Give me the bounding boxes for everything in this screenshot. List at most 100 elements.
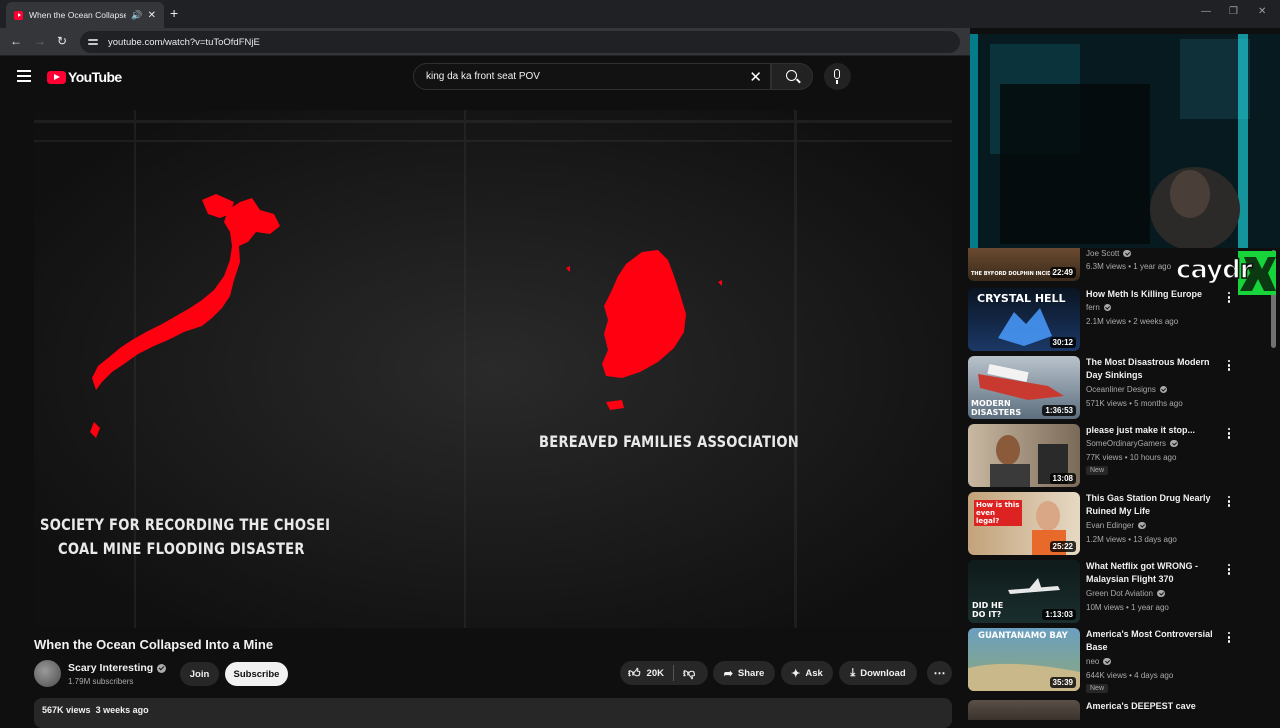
restore-icon[interactable]: ❐	[1229, 6, 1238, 17]
subscribe-button[interactable]: Subscribe	[225, 662, 288, 686]
video-thumbnail[interactable]: 13:08	[968, 424, 1080, 487]
verified-icon	[1157, 589, 1165, 598]
download-label: Download	[860, 667, 906, 679]
more-options-icon[interactable]	[1228, 428, 1232, 440]
microphone-icon	[834, 69, 840, 84]
description-box[interactable]: 567K views 3 weeks ago	[34, 698, 952, 728]
video-thumbnail[interactable]: How is this even legal? 25:22	[968, 492, 1080, 555]
search-input[interactable]: king da ka front seat POV ✕	[413, 63, 771, 90]
recommendation-meta: 644K views • 4 days ago	[1086, 671, 1174, 680]
age-label: 10 hours ago	[1129, 453, 1177, 462]
voice-search-button[interactable]	[824, 63, 851, 90]
recommendation-meta: 6.3M views • 1 year ago	[1086, 262, 1172, 271]
browser-tab[interactable]: When the Ocean Collapsed Into a Mine 🔊 ✕	[6, 2, 164, 28]
search-button[interactable]	[771, 63, 813, 90]
share-button[interactable]: ➦ Share	[713, 661, 775, 685]
recommendation-item[interactable]: DID HE DO IT? 1:13:03 What Netflix got W…	[968, 560, 1280, 624]
video-thumbnail[interactable]: CRYSTAL HELL 30:12	[968, 288, 1080, 351]
overlay-text-line2: COAL MINE FLOODING DISASTER	[58, 539, 305, 558]
video-player[interactable]: BEREAVED FAMILIES ASSOCIATION SOCIETY FO…	[34, 110, 952, 628]
verified-icon	[1123, 249, 1131, 258]
browser-tabbar: When the Ocean Collapsed Into a Mine 🔊 ✕…	[0, 0, 1280, 28]
thumbs-down-icon[interactable]: 👎︎	[683, 666, 695, 681]
more-options-icon[interactable]	[1228, 564, 1232, 576]
recommendation-item[interactable]: 13:08 please just make it stop... SomeOr…	[968, 424, 1280, 488]
minimize-icon[interactable]: —	[1201, 6, 1211, 17]
recommendation-channel[interactable]: Joe Scott	[1086, 249, 1131, 258]
age-label: 5 months ago	[1134, 399, 1183, 408]
back-icon[interactable]: ←	[10, 34, 22, 48]
recommendation-channel[interactable]: fern	[1086, 303, 1112, 312]
views-label: 6.3M views	[1086, 262, 1127, 271]
channel-label: fern	[1086, 303, 1100, 312]
verified-icon	[1159, 385, 1168, 394]
channel-label: neo	[1086, 657, 1100, 666]
clear-search-icon[interactable]: ✕	[749, 68, 762, 86]
channel-avatar[interactable]	[34, 660, 61, 687]
more-icon: ⋯	[933, 666, 946, 680]
more-options-icon[interactable]	[1228, 496, 1232, 508]
youtube-logo[interactable]: YouTube	[47, 69, 122, 85]
caydr-text: caydr	[1175, 254, 1253, 286]
channel-name[interactable]: Scary Interesting	[68, 662, 167, 674]
more-actions-button[interactable]: ⋯	[927, 661, 952, 685]
share-icon: ➦	[723, 667, 733, 680]
recommendation-title[interactable]: This Gas Station Drug Nearly Ruined My L…	[1086, 492, 1226, 518]
menu-icon[interactable]	[17, 70, 31, 82]
overlay-text-bereaved: BEREAVED FAMILIES ASSOCIATION	[539, 432, 800, 451]
url-field[interactable]: youtube.com/watch?v=tuToOfdFNjE	[80, 31, 960, 53]
thumbs-up-icon: 👍︎	[628, 665, 641, 680]
recommendation-channel[interactable]: Evan Edinger	[1086, 521, 1146, 530]
youtube-favicon-icon	[14, 10, 23, 20]
new-tab-icon[interactable]: +	[170, 5, 178, 21]
close-tab-icon[interactable]: ✕	[148, 10, 156, 21]
verified-icon	[157, 663, 167, 673]
speaker-icon[interactable]: 🔊	[131, 10, 142, 21]
recommendation-channel[interactable]: Oceanliner Designs	[1086, 385, 1168, 394]
webcam-feed	[970, 34, 1280, 248]
duration-badge: 30:12	[1049, 337, 1076, 348]
site-info-icon[interactable]	[88, 37, 100, 47]
ask-button[interactable]: ✦ Ask	[781, 661, 833, 685]
reload-icon[interactable]: ↻	[57, 34, 67, 48]
like-count: 20K	[646, 667, 664, 679]
recommendation-item[interactable]: America's DEEPEST cave	[968, 700, 1280, 720]
join-button[interactable]: Join	[180, 662, 219, 686]
views-label: 77K views	[1086, 453, 1123, 462]
recommendation-channel[interactable]: Green Dot Aviation	[1086, 589, 1165, 598]
recommendation-item[interactable]: CRYSTAL HELL 30:12 How Meth Is Killing E…	[968, 288, 1280, 352]
channel-label: SomeOrdinaryGamers	[1086, 439, 1167, 448]
caydr-overlay-logo: caydr	[1175, 251, 1276, 295]
like-button[interactable]: 👍︎ 20K	[628, 666, 664, 681]
more-options-icon[interactable]	[1228, 360, 1232, 372]
duration-badge: 13:08	[1049, 473, 1076, 484]
recommendation-item[interactable]: How is this even legal? 25:22 This Gas S…	[968, 492, 1280, 556]
recommendation-item[interactable]: MODERN DISASTERS 1:36:53 The Most Disast…	[968, 356, 1280, 420]
views-label: 644K views	[1086, 671, 1127, 680]
recommendation-title[interactable]: The Most Disastrous Modern Day Sinkings	[1086, 356, 1226, 382]
forward-icon[interactable]: →	[34, 34, 46, 48]
new-badge: New	[1086, 684, 1109, 693]
recommendation-meta: 2.1M views • 2 weeks ago	[1086, 317, 1179, 326]
webcam-overlay	[970, 34, 1280, 248]
recommendation-item[interactable]: GUANTANAMO BAY 35:39 America's Most Cont…	[968, 628, 1280, 693]
recommendation-title[interactable]: What Netflix got WRONG - Malaysian Fligh…	[1086, 560, 1226, 586]
url-text: youtube.com/watch?v=tuToOfdFNjE	[108, 36, 260, 48]
video-thumbnail[interactable]: THE BYFORD DOLPHIN INCIDE 22:49	[968, 248, 1080, 281]
recommendation-title[interactable]: America's DEEPEST cave	[1086, 700, 1226, 713]
recommendation-title[interactable]: please just make it stop...	[1086, 424, 1226, 437]
download-button[interactable]: ⤓ Download	[839, 661, 917, 685]
recommendation-channel[interactable]: neo	[1086, 657, 1111, 666]
divider	[672, 665, 674, 681]
recommendation-channel[interactable]: SomeOrdinaryGamers	[1086, 439, 1178, 448]
download-icon: ⤓	[850, 666, 856, 679]
recommendation-title[interactable]: America's Most Controversial Base	[1086, 628, 1226, 654]
youtube-header: YouTube king da ka front seat POV ✕	[0, 56, 970, 98]
more-options-icon[interactable]	[1228, 632, 1232, 644]
video-thumbnail[interactable]: DID HE DO IT? 1:13:03	[968, 560, 1080, 623]
overlay-text-line1: SOCIETY FOR RECORDING THE CHOSEI	[40, 515, 331, 534]
video-thumbnail[interactable]: MODERN DISASTERS 1:36:53	[968, 356, 1080, 419]
window-close-icon[interactable]: ✕	[1258, 6, 1266, 17]
video-thumbnail[interactable]: GUANTANAMO BAY 35:39	[968, 628, 1080, 691]
video-thumbnail[interactable]	[968, 700, 1080, 720]
